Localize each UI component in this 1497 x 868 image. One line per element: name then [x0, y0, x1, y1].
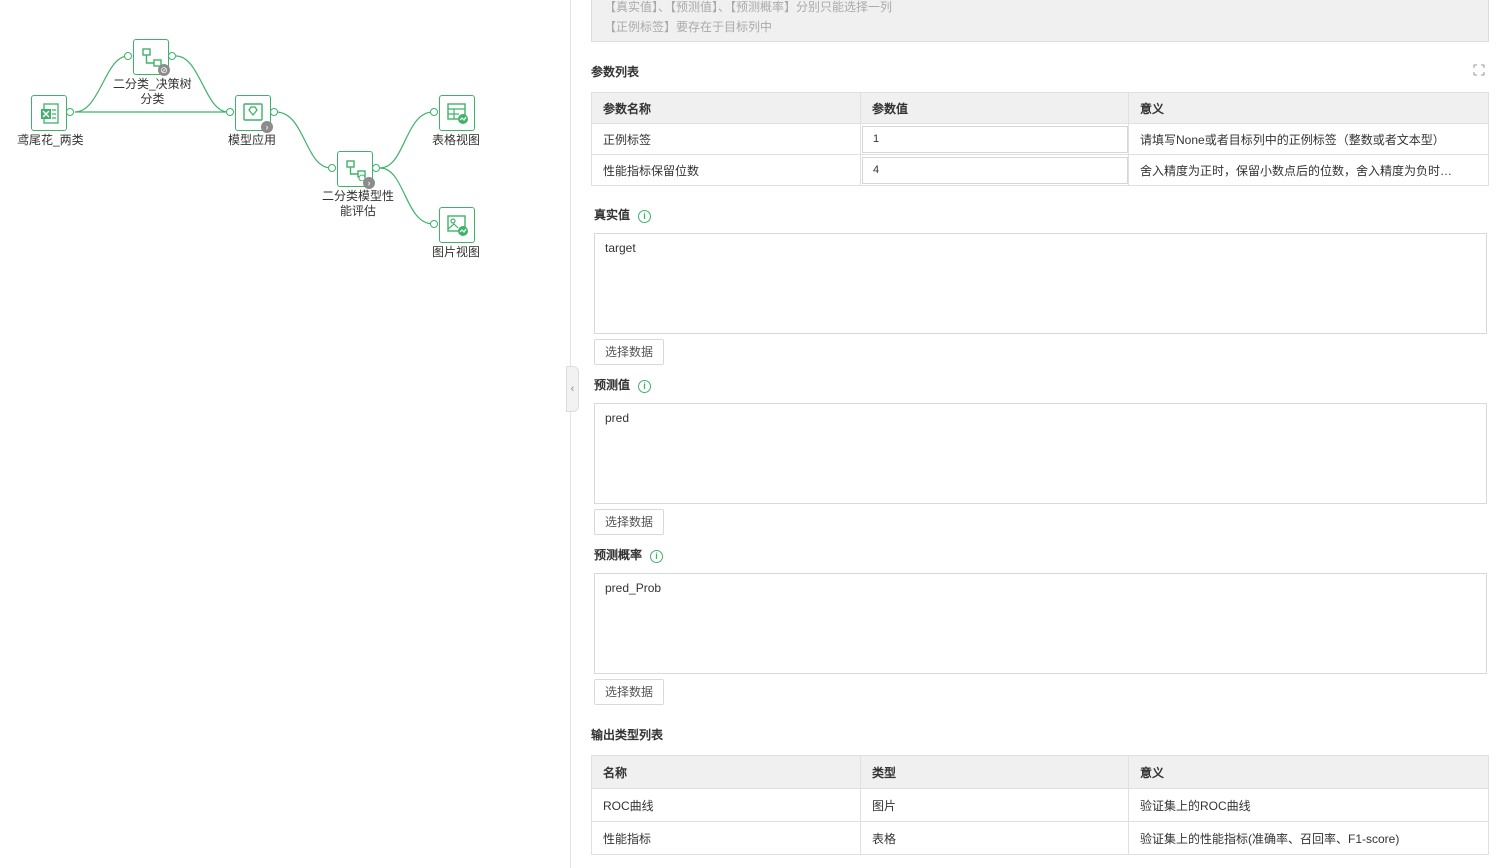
notice-line-2: 【正例标签】要存在于目标列中: [604, 20, 773, 34]
node-table-view-label: 表格视图: [432, 133, 481, 147]
notice-line-1: 【真实值】、【预测值】、【预测概率】分别只能选择一列: [604, 0, 893, 14]
params-header-row: 参数名称 参数值 意义: [591, 92, 1489, 124]
decimal-places-input[interactable]: 4: [862, 156, 1128, 184]
iris-output-port[interactable]: [66, 108, 74, 116]
true-value-title: 真实值 i: [594, 206, 652, 223]
table-row: ROC曲线 图片 验证集上的ROC曲线: [591, 788, 1489, 822]
true-value-select-button[interactable]: 选择数据: [594, 339, 664, 365]
param-meaning: 请填写None或者目标列中的正例标签（整数或者文本型）: [1128, 123, 1489, 155]
outputs-header-type: 类型: [860, 755, 1129, 789]
output-type: 表格: [860, 821, 1129, 855]
table-chart-icon: [447, 103, 468, 124]
apply-input-port[interactable]: [226, 108, 234, 116]
tree-eval-icon: [346, 160, 366, 181]
dtree-output-port[interactable]: [168, 52, 176, 60]
output-meaning: 验证集上的ROC曲线: [1128, 788, 1489, 822]
outputs-title: 输出类型列表: [591, 728, 664, 742]
params-table: 参数名称 参数值 意义 正例标签 1 请填写None或者目标列中的正例标签（整数…: [591, 92, 1489, 186]
eval-arrow-badge: ›: [363, 177, 375, 189]
workflow-canvas[interactable]: 鸢尾花_两类 ⊘ 二分类_决策树 分类 › 模型应用 › 二分类模型性 能评估 …: [0, 0, 570, 868]
eval-output-port[interactable]: [372, 164, 380, 172]
output-type: 图片: [860, 788, 1129, 822]
node-table-view[interactable]: [439, 95, 475, 131]
info-icon[interactable]: i: [638, 210, 652, 223]
node-iris[interactable]: [31, 95, 67, 131]
image-view-input-port[interactable]: [430, 220, 438, 228]
output-name: 性能指标: [591, 821, 861, 855]
info-icon[interactable]: i: [638, 380, 652, 393]
pred-prob-field[interactable]: pred_Prob: [594, 573, 1487, 674]
dtree-disabled-badge: ⊘: [158, 64, 170, 76]
workflow-edges: [74, 55, 434, 225]
param-meaning: 舍入精度为正时，保留小数点后的位数，舍入精度为负时…: [1128, 154, 1489, 186]
expand-icon[interactable]: [1473, 64, 1485, 76]
image-chart-icon: [447, 215, 468, 236]
model-icon: [243, 103, 263, 121]
node-image-view-label: 图片视图: [432, 245, 481, 259]
table-row: 性能指标 表格 验证集上的性能指标(准确率、召回率、F1-score): [591, 821, 1489, 855]
positive-label-input[interactable]: 1: [862, 125, 1128, 153]
true-value-field[interactable]: target: [594, 233, 1487, 334]
node-apply-label: 模型应用: [228, 133, 277, 147]
table-row: 正例标签 1 请填写None或者目标列中的正例标签（整数或者文本型）: [591, 123, 1489, 155]
table-view-input-port[interactable]: [430, 108, 438, 116]
notice-box: 【真实值】、【预测值】、【预测概率】分别只能选择一列 【正例标签】要存在于目标列…: [591, 0, 1489, 42]
pred-value-field[interactable]: pred: [594, 403, 1487, 504]
node-eval-label: 二分类模型性 能评估: [322, 189, 395, 218]
output-meaning: 验证集上的性能指标(准确率、召回率、F1-score): [1128, 821, 1489, 855]
outputs-header-name: 名称: [591, 755, 861, 789]
pred-value-select-button[interactable]: 选择数据: [594, 509, 664, 535]
info-icon[interactable]: i: [650, 550, 664, 563]
params-header-value: 参数值: [860, 92, 1129, 124]
apply-output-port[interactable]: [270, 108, 278, 116]
config-panel: 【真实值】、【预测值】、【预测概率】分别只能选择一列 【正例标签】要存在于目标列…: [571, 0, 1497, 868]
outputs-header-meaning: 意义: [1128, 755, 1489, 789]
pred-value-title: 预测值 i: [594, 376, 652, 393]
pred-prob-select-button[interactable]: 选择数据: [594, 679, 664, 705]
excel-icon: [41, 103, 59, 124]
outputs-header-row: 名称 类型 意义: [591, 755, 1489, 789]
param-name: 性能指标保留位数: [591, 154, 861, 186]
pred-prob-title: 预测概率 i: [594, 546, 664, 563]
params-title: 参数列表: [591, 65, 640, 79]
node-dtree-label: 二分类_决策树 分类: [113, 77, 192, 106]
node-iris-label: 鸢尾花_两类: [17, 133, 84, 147]
table-row: 性能指标保留位数 4 舍入精度为正时，保留小数点后的位数，舍入精度为负时…: [591, 154, 1489, 186]
eval-input-port[interactable]: [328, 164, 336, 172]
params-header-meaning: 意义: [1128, 92, 1489, 124]
param-name: 正例标签: [591, 123, 861, 155]
apply-arrow-badge: ›: [261, 121, 273, 133]
params-header-name: 参数名称: [591, 92, 861, 124]
edge-eval-table: [379, 111, 434, 169]
node-image-view[interactable]: [439, 207, 475, 243]
outputs-table: 名称 类型 意义 ROC曲线 图片 验证集上的ROC曲线 性能指标 表格 验证集…: [591, 755, 1489, 855]
dtree-input-port[interactable]: [124, 52, 132, 60]
edge-apply-eval: [275, 111, 332, 169]
output-name: ROC曲线: [591, 788, 861, 822]
